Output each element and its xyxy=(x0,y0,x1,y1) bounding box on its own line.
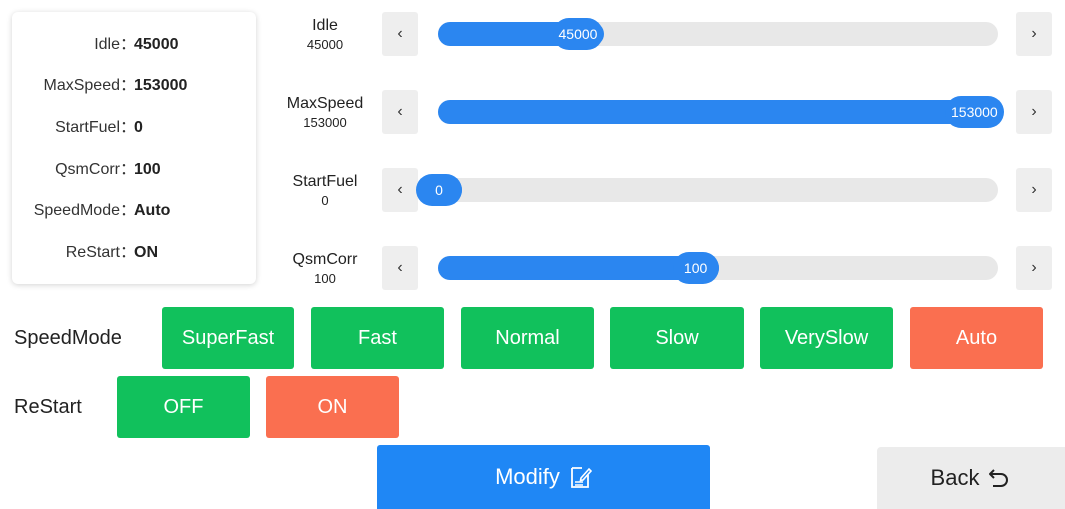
chevron-left-icon: ‹ xyxy=(397,25,403,42)
summary-label: StartFuel： xyxy=(55,119,136,136)
slider-thumb[interactable]: 0 xyxy=(416,174,462,206)
slider-name: QsmCorr xyxy=(292,251,358,268)
summary-value: ON xyxy=(134,244,158,261)
summary-row-idle: Idle： 45000 xyxy=(12,32,256,58)
slider-row-idle: Idle 45000 ‹ 45000 › xyxy=(270,12,1055,58)
summary-value: Auto xyxy=(134,202,171,219)
speedmode-option-normal[interactable]: Normal xyxy=(461,307,594,369)
summary-row-speedmode: SpeedMode： Auto xyxy=(12,198,256,224)
summary-label: QsmCorr： xyxy=(55,161,136,178)
slider-name: StartFuel xyxy=(292,173,358,190)
chevron-right-icon: › xyxy=(1031,103,1037,120)
slider-fill xyxy=(438,100,998,124)
slider-name: Idle xyxy=(312,17,338,34)
summary-label: SpeedMode： xyxy=(33,202,136,219)
back-button[interactable]: Back xyxy=(877,447,1065,509)
undo-arrow-icon xyxy=(989,469,1009,487)
summary-row-qsmcorr: QsmCorr： 100 xyxy=(12,157,256,183)
increase-button[interactable]: › xyxy=(1016,90,1052,134)
increase-button[interactable]: › xyxy=(1016,12,1052,56)
decrease-button[interactable]: ‹ xyxy=(382,90,418,134)
edit-note-icon xyxy=(570,467,592,488)
modify-label: Modify xyxy=(495,464,560,489)
slider-value-label: 0 xyxy=(321,193,329,208)
decrease-button[interactable]: ‹ xyxy=(382,246,418,290)
slider-value-label: 153000 xyxy=(303,115,347,130)
slider-track[interactable]: 153000 xyxy=(438,96,1004,128)
speedmode-option-auto[interactable]: Auto xyxy=(910,307,1043,369)
summary-value: 45000 xyxy=(134,36,179,53)
slider-name: MaxSpeed xyxy=(286,95,364,112)
restart-option-off[interactable]: OFF xyxy=(117,376,250,438)
chevron-right-icon: › xyxy=(1031,25,1037,42)
summary-row-maxspeed: MaxSpeed： 153000 xyxy=(12,73,256,99)
slider-thumb[interactable]: 45000 xyxy=(552,18,604,50)
slider-value-label: 45000 xyxy=(306,37,344,52)
summary-value: 153000 xyxy=(134,77,188,94)
chevron-left-icon: ‹ xyxy=(397,259,403,276)
speedmode-option-fast[interactable]: Fast xyxy=(311,307,444,369)
modify-button[interactable]: Modify xyxy=(377,445,710,509)
summary-value: 100 xyxy=(134,161,161,178)
slider-row-startfuel: StartFuel 0 ‹ 0 › xyxy=(270,168,1055,214)
restart-label: ReStart xyxy=(14,396,82,418)
summary-label: MaxSpeed： xyxy=(43,77,137,94)
summary-row-restart: ReStart： ON xyxy=(12,240,256,266)
back-label: Back xyxy=(930,465,980,490)
slider-row-qsmcorr: QsmCorr 100 ‹ 100 › xyxy=(270,246,1055,292)
slider-thumb[interactable]: 153000 xyxy=(945,96,1004,128)
chevron-left-icon: ‹ xyxy=(397,103,403,120)
summary-label: Idle： xyxy=(94,36,136,53)
summary-label: ReStart： xyxy=(65,244,136,261)
chevron-right-icon: › xyxy=(1031,181,1037,198)
increase-button[interactable]: › xyxy=(1016,246,1052,290)
slider-thumb[interactable]: 100 xyxy=(672,252,719,284)
slider-value-label: 100 xyxy=(314,271,336,286)
increase-button[interactable]: › xyxy=(1016,168,1052,212)
speedmode-label: SpeedMode xyxy=(14,327,122,349)
decrease-button[interactable]: ‹ xyxy=(382,168,418,212)
speedmode-option-superfast[interactable]: SuperFast xyxy=(162,307,294,369)
slider-track[interactable]: 0 xyxy=(416,174,998,206)
speedmode-option-veryslow[interactable]: VerySlow xyxy=(760,307,893,369)
chevron-right-icon: › xyxy=(1031,259,1037,276)
summary-card: Idle： 45000 MaxSpeed： 153000 StartFuel： … xyxy=(12,12,256,284)
slider-row-maxspeed: MaxSpeed 153000 ‹ 153000 › xyxy=(270,90,1055,136)
restart-option-on[interactable]: ON xyxy=(266,376,399,438)
chevron-left-icon: ‹ xyxy=(397,181,403,198)
speedmode-option-slow[interactable]: Slow xyxy=(610,307,744,369)
summary-row-startfuel: StartFuel： 0 xyxy=(12,115,256,141)
summary-value: 0 xyxy=(134,119,143,136)
slider-track[interactable]: 45000 xyxy=(438,18,998,50)
decrease-button[interactable]: ‹ xyxy=(382,12,418,56)
slider-track[interactable]: 100 xyxy=(438,252,998,284)
